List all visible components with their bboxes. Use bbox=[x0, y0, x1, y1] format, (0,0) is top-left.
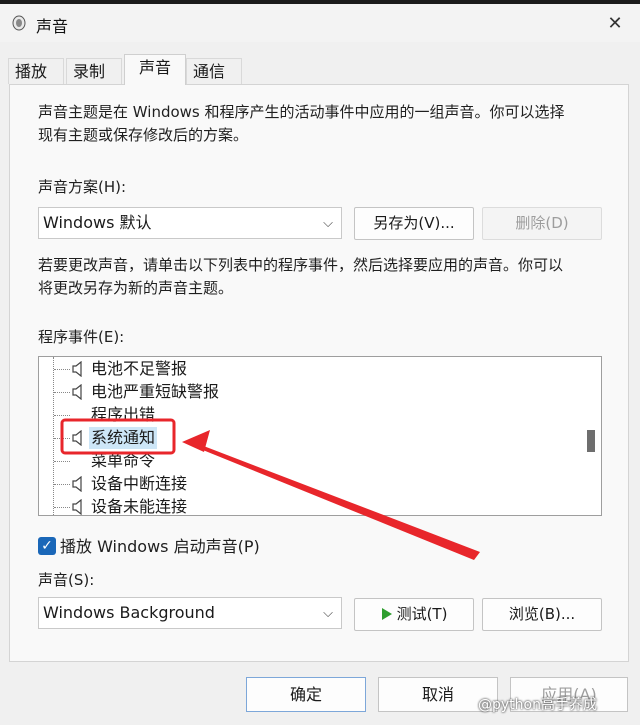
ok-button[interactable]: 确定 bbox=[246, 677, 366, 712]
annotation-overlay bbox=[60, 418, 480, 560]
highlight-box bbox=[60, 418, 176, 455]
watermark: @python高手养成 bbox=[478, 697, 597, 713]
annotation-arrow-shaft bbox=[188, 440, 480, 560]
tab-sounds[interactable]: 声音 bbox=[124, 54, 186, 85]
